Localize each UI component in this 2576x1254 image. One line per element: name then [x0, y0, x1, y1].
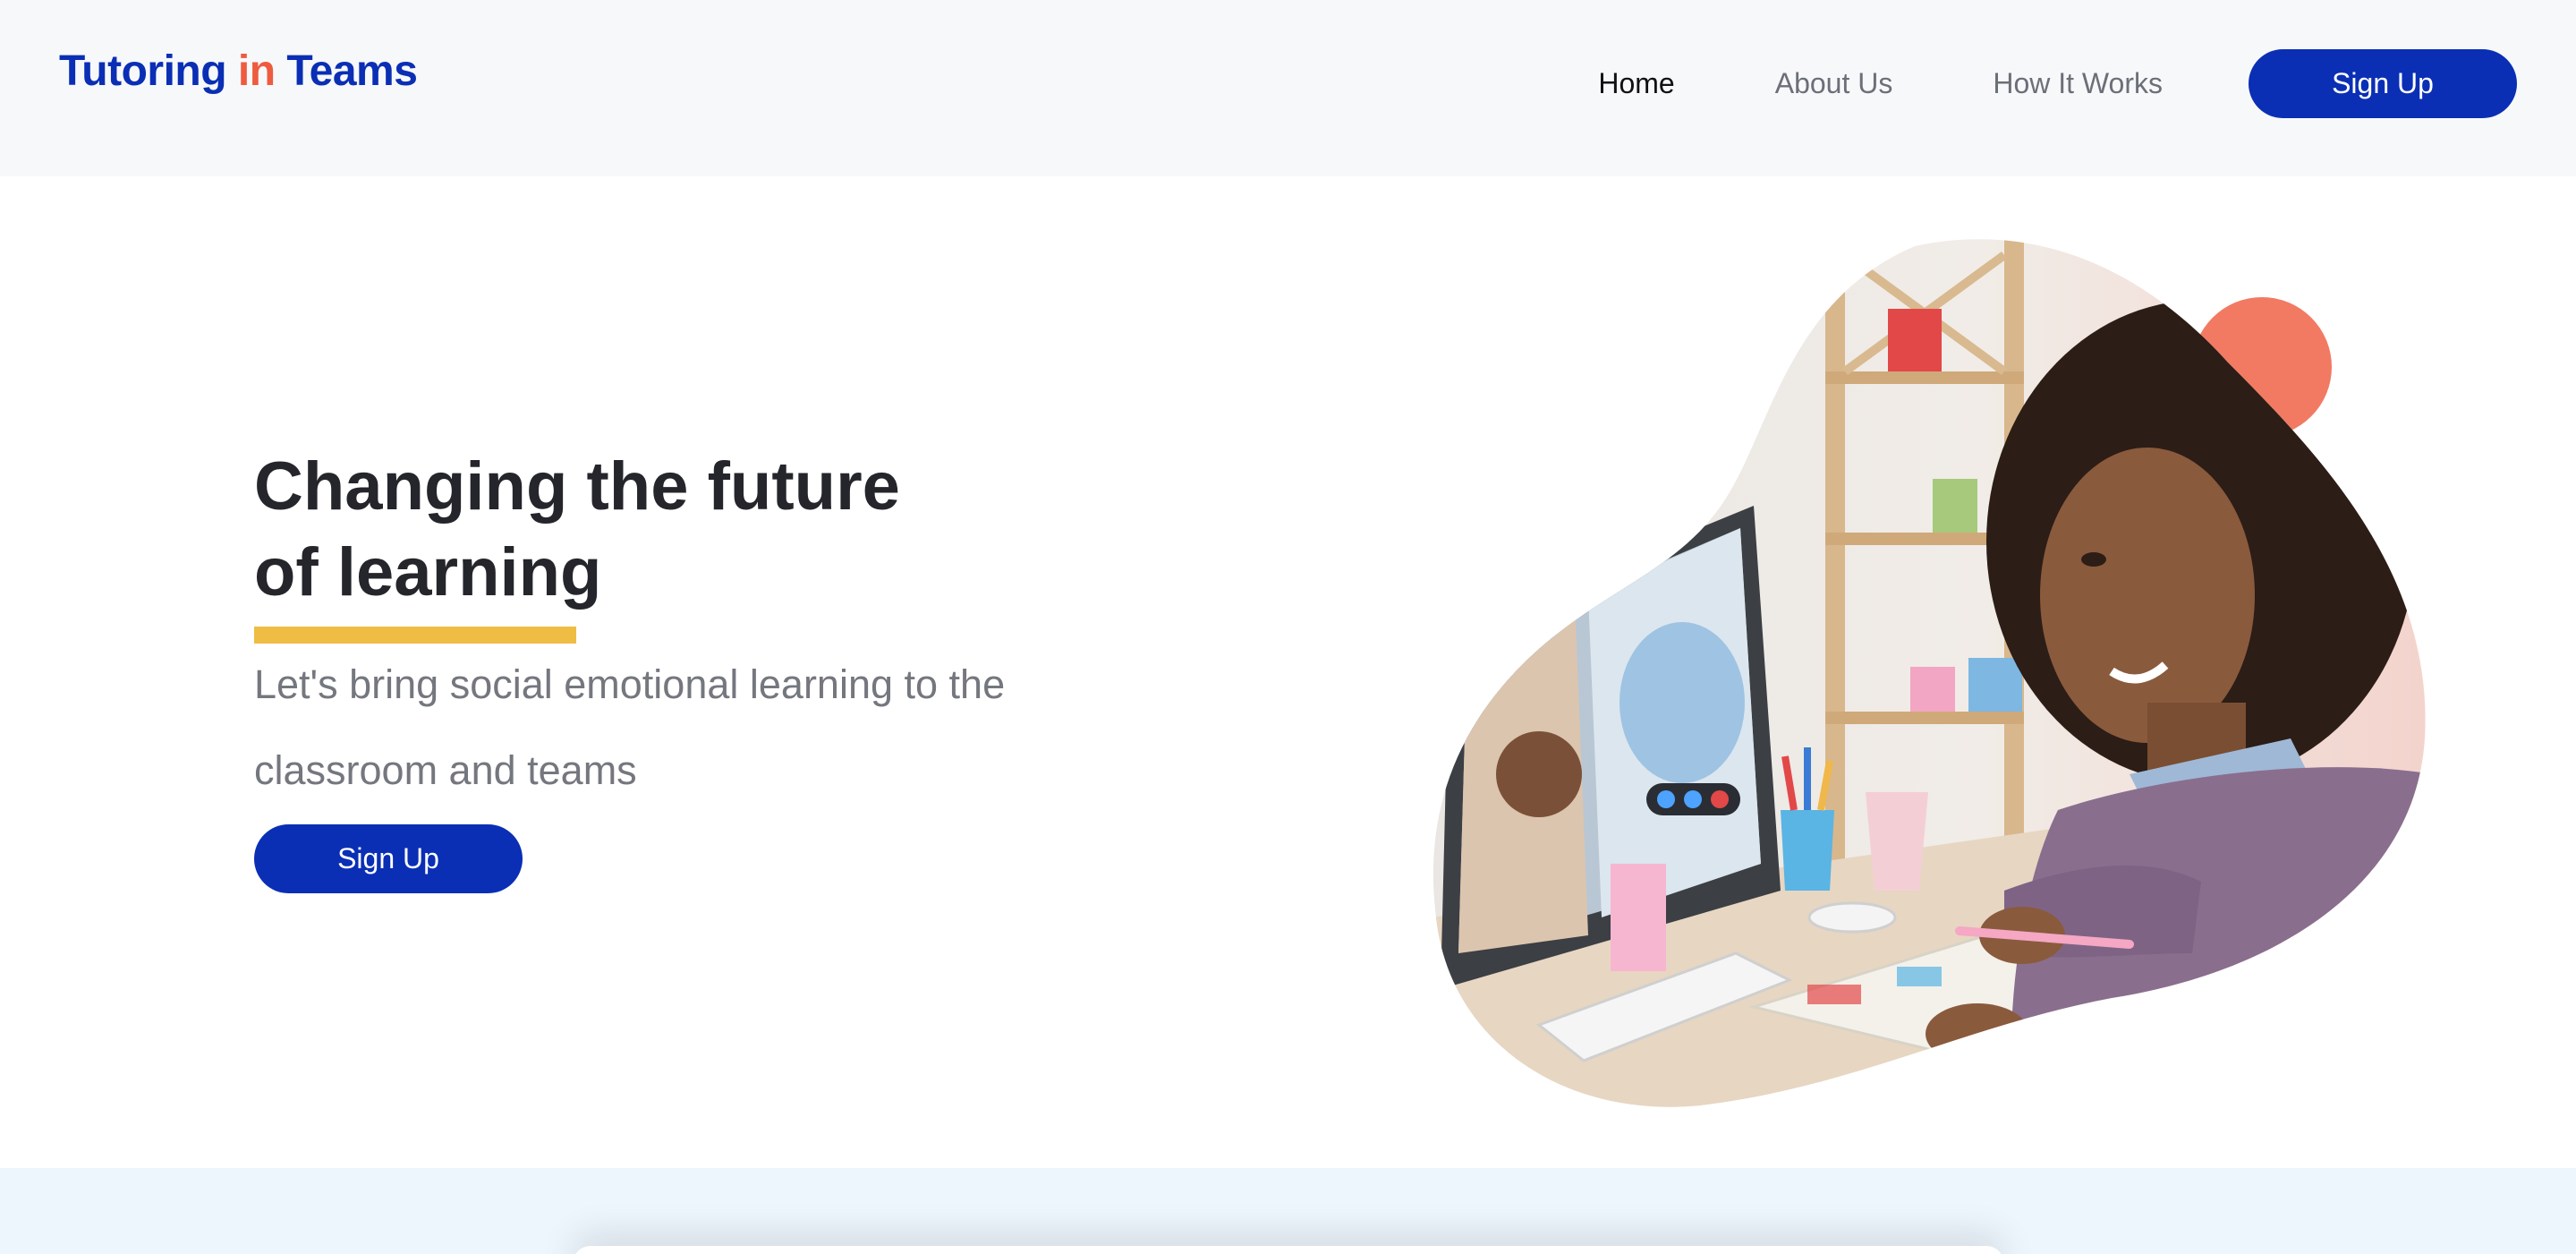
logo-text-tutoring: Tutoring: [59, 47, 227, 95]
hero-headline-line2: of learning: [254, 534, 602, 610]
nav-signup-button[interactable]: Sign Up: [2249, 49, 2517, 118]
next-section-band: [0, 1168, 2576, 1254]
hero-signup-button[interactable]: Sign Up: [254, 824, 523, 893]
site-header: Tutoring in Teams Home About Us How It W…: [0, 0, 2576, 176]
logo-text-in: in: [237, 47, 276, 95]
student-video-call-illustration-icon: [1433, 239, 2426, 1107]
brand-logo[interactable]: Tutoring in Teams: [59, 47, 418, 96]
hero-section: Changing the future of learning Let's br…: [254, 444, 1113, 893]
nav-link-home[interactable]: Home: [1598, 67, 1674, 100]
hero-headline-line1: Changing the future: [254, 448, 900, 525]
main-nav: Home About Us How It Works Sign Up: [1598, 49, 2517, 118]
next-section-card: [573, 1246, 2004, 1254]
hero-subtext: Let's bring social emotional learning to…: [254, 661, 1006, 793]
hero-image-blob: [1432, 237, 2434, 1114]
nav-link-how-it-works[interactable]: How It Works: [1993, 67, 2163, 100]
logo-text-teams: Teams: [286, 47, 418, 95]
nav-link-about-us[interactable]: About Us: [1775, 67, 1893, 100]
hero-headline: Changing the future of learning: [254, 444, 988, 616]
